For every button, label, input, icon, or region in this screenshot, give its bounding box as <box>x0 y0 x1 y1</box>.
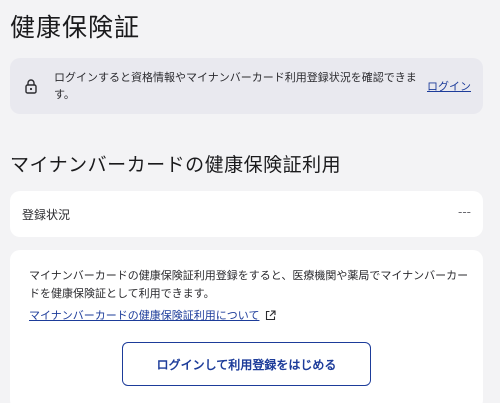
page: 健康保険証 ログインすると資格情報やマイナンバーカード利用登録状況を確認できます… <box>0 0 500 403</box>
login-banner: ログインすると資格情報やマイナンバーカード利用登録状況を確認できます。 ログイン <box>10 58 483 114</box>
registration-status-card: 登録状況 --- <box>10 191 483 237</box>
page-title: 健康保険証 <box>10 13 141 42</box>
info-card: マイナンバーカードの健康保険証利用登録をすると、医療機関や薬局でマイナンバーカー… <box>10 250 483 403</box>
health-insurance-info-link[interactable]: マイナンバーカードの健康保険証利用について <box>29 307 277 323</box>
login-link[interactable]: ログイン <box>427 78 471 94</box>
info-text: マイナンバーカードの健康保険証利用登録をすると、医療機関や薬局でマイナンバーカー… <box>29 269 469 300</box>
registration-status-label: 登録状況 <box>22 208 71 222</box>
login-banner-text: ログインすると資格情報やマイナンバーカード利用登録状況を確認できます。 <box>54 71 417 101</box>
section-title: マイナンバーカードの健康保険証利用 <box>10 154 342 176</box>
external-link-icon <box>266 309 277 320</box>
lock-icon <box>25 79 37 94</box>
info-link-label: マイナンバーカードの健康保険証利用について <box>29 309 260 322</box>
registration-status-value: --- <box>458 205 471 219</box>
login-and-register-button[interactable]: ログインして利用登録をはじめる <box>122 342 371 386</box>
